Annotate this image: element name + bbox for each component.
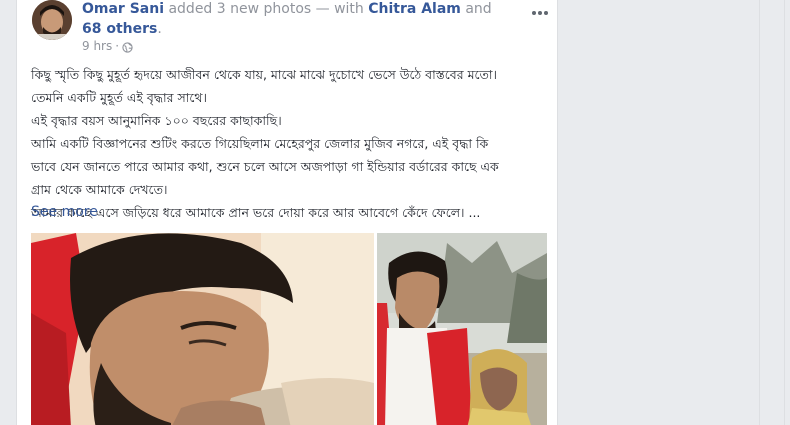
post-photo-2[interactable] xyxy=(377,233,547,425)
post-text-line: আমি একটি বিজ্ঞাপনের শুটিং করতে গিয়েছিলা… xyxy=(31,136,489,151)
header-period: . xyxy=(157,21,162,37)
photo-image xyxy=(31,233,374,425)
post-text-line: তেমনি একটি মুহূর্ত এই বৃদ্ধার সাথে। xyxy=(31,90,207,105)
post-photo-1[interactable] xyxy=(31,233,374,425)
post-timestamp[interactable]: 9 hrs xyxy=(82,38,112,54)
others-link[interactable]: 68 others xyxy=(82,21,157,37)
gutter-divider xyxy=(784,0,785,425)
post-text-line: এই বৃদ্ধার বয়স আনুমানিক ১০০ বছরের কাছাক… xyxy=(31,113,282,128)
post-text-line: ভাবে যেন জানতে পারে আমার কথা, শুনে চলে আ… xyxy=(31,159,499,174)
avatar-image xyxy=(32,0,72,40)
post-meta: 9 hrs · xyxy=(82,38,133,54)
feed-viewport: Omar Sani added 3 new photos — with Chit… xyxy=(0,0,790,425)
author-name-link[interactable]: Omar Sani xyxy=(82,1,164,17)
author-avatar[interactable] xyxy=(32,0,72,40)
and-text: and xyxy=(460,1,492,17)
photo-image xyxy=(377,233,547,425)
see-more-link[interactable]: See more xyxy=(31,203,98,221)
post-text-line: কিছু স্মৃতি কিছু মুহূর্ত হৃদয়ে আজীবন থে… xyxy=(31,67,498,82)
more-options-icon[interactable] xyxy=(531,2,549,15)
globe-icon[interactable] xyxy=(122,41,133,53)
post-text-line: গ্রাম থেকে আমাকে দেখতে। xyxy=(31,182,168,197)
post-text: কিছু স্মৃতি কিছু মুহূর্ত হৃদয়ে আজীবন থে… xyxy=(31,63,541,224)
meta-separator: · xyxy=(115,39,120,53)
gutter-divider xyxy=(759,0,760,425)
post-header: Omar Sani added 3 new photos — with Chit… xyxy=(82,0,512,39)
right-gutter xyxy=(558,0,790,425)
post-action-text: added 3 new photos — with xyxy=(164,1,369,17)
tagged-person-link[interactable]: Chitra Alam xyxy=(368,1,461,17)
post-text-line: আমার কাছে এসে জড়িয়ে ধরে আমাকে প্রান ভর… xyxy=(31,205,481,220)
